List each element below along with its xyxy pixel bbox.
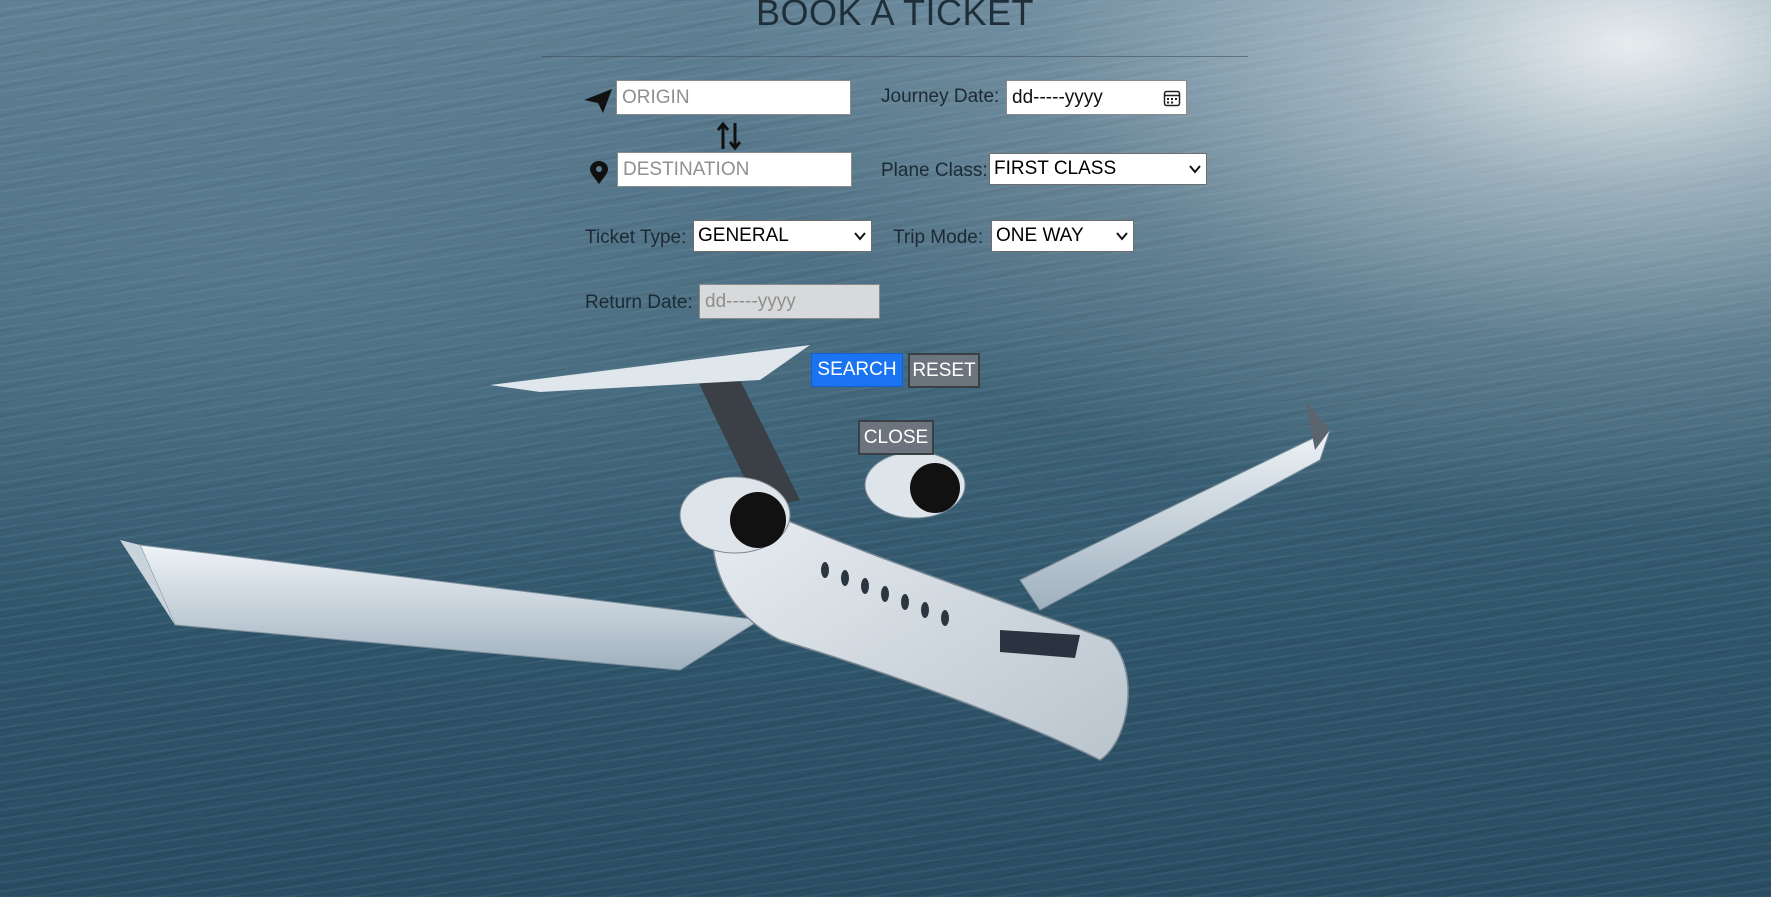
origin-input[interactable]: ORIGIN	[616, 80, 851, 115]
ticket-type-label: Ticket Type:	[585, 227, 687, 248]
return-date-input[interactable]: dd-----yyyy	[699, 284, 880, 319]
background-jet-image	[120, 345, 1331, 761]
swap-vertical-icon[interactable]	[716, 121, 742, 151]
trip-mode-value: ONE WAY	[996, 225, 1084, 246]
reset-button[interactable]: RESET	[908, 353, 980, 388]
chevron-down-icon	[1189, 165, 1201, 174]
ticket-type-select[interactable]: GENERAL	[693, 220, 872, 252]
chevron-down-icon	[854, 232, 866, 241]
journey-date-label: Journey Date:	[881, 86, 1000, 107]
plane-class-value: FIRST CLASS	[994, 158, 1117, 179]
paper-plane-icon	[584, 89, 612, 113]
trip-mode-label: Trip Mode:	[893, 227, 984, 248]
title-divider	[542, 56, 1248, 57]
return-date-label: Return Date:	[585, 292, 693, 313]
destination-input[interactable]: DESTINATION	[617, 152, 852, 187]
trip-mode-select[interactable]: ONE WAY	[991, 220, 1134, 252]
journey-date-value: dd-----yyyy	[1012, 86, 1103, 108]
close-button[interactable]: CLOSE	[858, 420, 934, 455]
plane-class-label: Plane Class:	[881, 160, 988, 181]
page-title: BOOK A TICKET	[756, 0, 1034, 33]
chevron-down-icon	[1116, 232, 1128, 241]
journey-date-input[interactable]: dd-----yyyy	[1006, 80, 1187, 115]
plane-class-select[interactable]: FIRST CLASS	[989, 153, 1207, 185]
calendar-icon[interactable]	[1163, 89, 1181, 107]
ticket-type-value: GENERAL	[698, 225, 789, 246]
search-button[interactable]: SEARCH	[811, 353, 903, 387]
map-pin-icon	[590, 161, 608, 184]
